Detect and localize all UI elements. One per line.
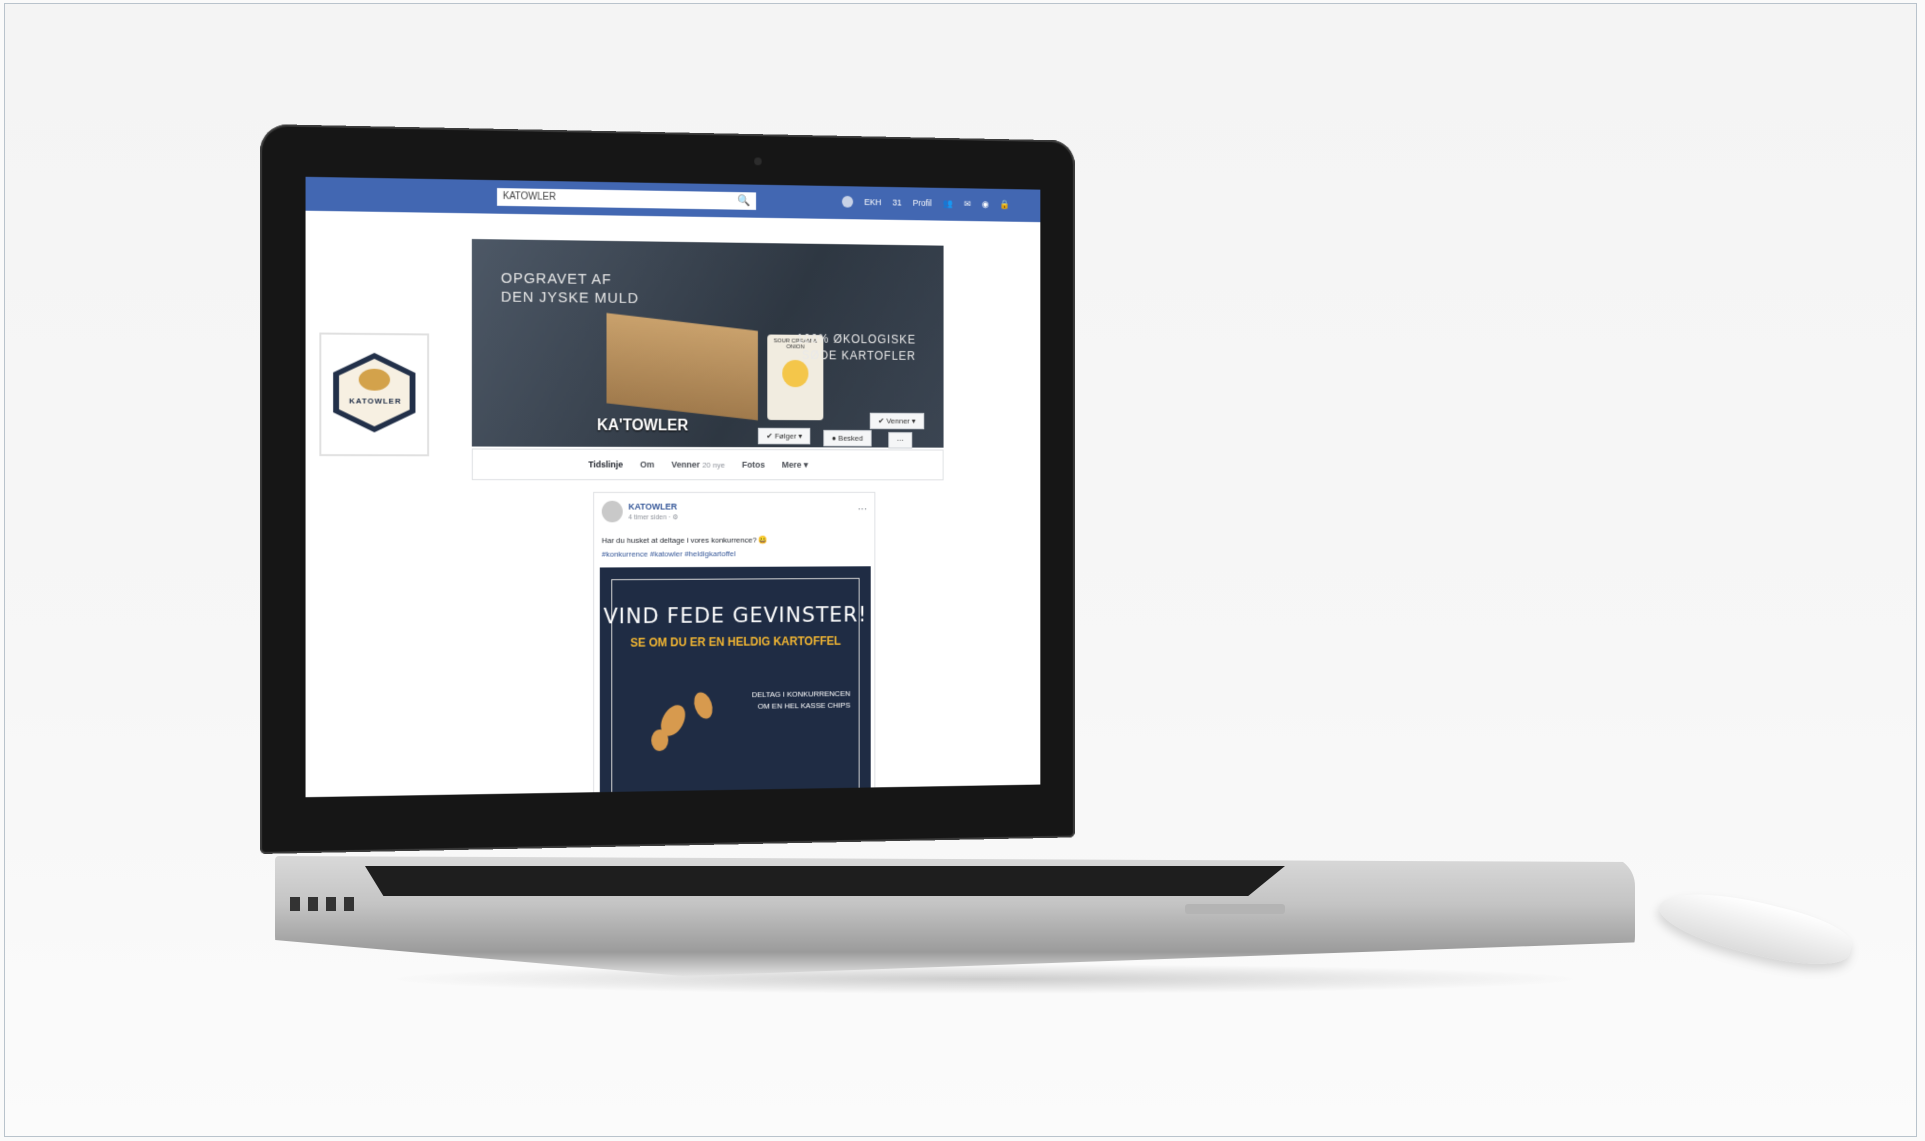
tab-more[interactable]: Mere ▾ xyxy=(782,459,808,470)
nav-profile[interactable]: Profil xyxy=(913,198,932,208)
messages-icon[interactable]: ✉ xyxy=(964,198,971,209)
post-timestamp: 4 timer siden · ⚙ xyxy=(628,514,679,522)
post-text: Har du husket at deltage i vores konkurr… xyxy=(601,535,769,545)
heart-icon xyxy=(782,359,809,388)
port-icon xyxy=(326,897,336,911)
page-title: KA'TOWLER xyxy=(596,417,689,435)
tab-friends-count: 20 nye xyxy=(702,460,725,470)
nav-user[interactable]: EKH xyxy=(864,197,881,207)
tab-about[interactable]: Om xyxy=(640,460,654,470)
search-value: KATOWLER xyxy=(502,191,556,203)
friends-icon[interactable]: 👥 xyxy=(943,198,953,209)
cover-slogan-right: 100% ØKOLOGISKE SØDE KARTOFLER xyxy=(797,331,916,365)
tab-friends[interactable]: Venner 20 nye xyxy=(672,460,725,470)
promo-side-line2: OM EN HEL KASSE CHIPS xyxy=(757,700,851,711)
cover-photo[interactable]: OPGRAVET AF DEN JYSKE MULD SOUR CREAM & … xyxy=(471,238,944,449)
cover-right-line1: 100% ØKOLOGISKE xyxy=(796,331,916,347)
search-input[interactable]: KATOWLER 🔍 xyxy=(497,188,757,210)
tab-photos[interactable]: Fotos xyxy=(742,460,765,470)
avatar[interactable] xyxy=(601,500,623,523)
tab-friends-label: Venner xyxy=(671,459,700,470)
laptop-lid: KATOWLER 🔍 EKH 31 Profil 👥 ✉ ◉ 🔒 OPGRAVE… xyxy=(260,124,1075,854)
avatar[interactable] xyxy=(841,195,854,208)
nav-friends-count[interactable]: 31 xyxy=(892,198,901,208)
laptop-shadow xyxy=(385,964,1585,994)
laptop-notch xyxy=(1185,904,1285,914)
laptop-screen: KATOWLER 🔍 EKH 31 Profil 👥 ✉ ◉ 🔒 OPGRAVE… xyxy=(305,176,1041,798)
port-icon xyxy=(290,897,300,911)
promo-side-text: DELTAG I KONKURRENCEN OM EN HEL KASSE CH… xyxy=(752,688,850,712)
post-options-button[interactable]: ··· xyxy=(858,504,867,515)
profile-picture[interactable]: KATOWLER xyxy=(319,332,430,457)
page-frame: KATOWLER 🔍 EKH 31 Profil 👥 ✉ ◉ 🔒 OPGRAVE… xyxy=(4,3,1917,1137)
follow-button[interactable]: ✔ Følger ▾ xyxy=(757,427,811,445)
logo-text: KATOWLER xyxy=(349,396,402,406)
promo-subtitle: SE OM DU ER EN HELDIG KARTOFFEL xyxy=(630,634,841,650)
message-button[interactable]: ● Besked xyxy=(823,429,872,447)
port-icon xyxy=(344,897,354,911)
potato-icon xyxy=(358,368,391,391)
camera-icon xyxy=(754,157,762,166)
laptop-keyboard-edge xyxy=(365,866,1285,896)
post-author[interactable]: KATOWLER xyxy=(628,502,677,512)
promo-title: VIND FEDE GEVINSTER! xyxy=(603,603,868,630)
post-hashtags[interactable]: #konkurrence #katowler #heldigkartoffel xyxy=(602,549,736,558)
mouse xyxy=(1653,879,1857,977)
search-icon[interactable]: 🔍 xyxy=(738,194,751,207)
port-icon xyxy=(308,897,318,911)
laptop-ports xyxy=(290,897,354,911)
page-tabs: Tidslinje Om Venner 20 nye Fotos Mere ▾ xyxy=(471,448,944,481)
more-options-button[interactable]: ··· xyxy=(888,432,913,449)
post-card: KATOWLER 4 timer siden · ⚙ ··· Har du hu… xyxy=(593,491,876,798)
product-box-image xyxy=(606,313,758,421)
cover-left-line1: OPGRAVET AF xyxy=(500,269,612,289)
tab-timeline[interactable]: Tidslinje xyxy=(588,460,623,470)
potato-icon xyxy=(651,729,669,752)
friends-button[interactable]: ✔ Venner ▾ xyxy=(869,412,924,430)
globe-icon[interactable]: ◉ xyxy=(982,199,989,210)
post-image[interactable]: VIND FEDE GEVINSTER! SE OM DU ER EN HELD… xyxy=(599,566,871,798)
top-nav: EKH 31 Profil 👥 ✉ ◉ 🔒 xyxy=(841,195,1010,210)
cover-left-line2: DEN JYSKE MULD xyxy=(500,288,639,307)
privacy-icon[interactable]: 🔒 xyxy=(1000,199,1010,210)
cover-slogan-left: OPGRAVET AF DEN JYSKE MULD xyxy=(501,269,639,308)
cover-right-line2: SØDE KARTOFLER xyxy=(801,348,916,363)
facebook-top-bar: KATOWLER 🔍 EKH 31 Profil 👥 ✉ ◉ 🔒 xyxy=(305,176,1041,223)
